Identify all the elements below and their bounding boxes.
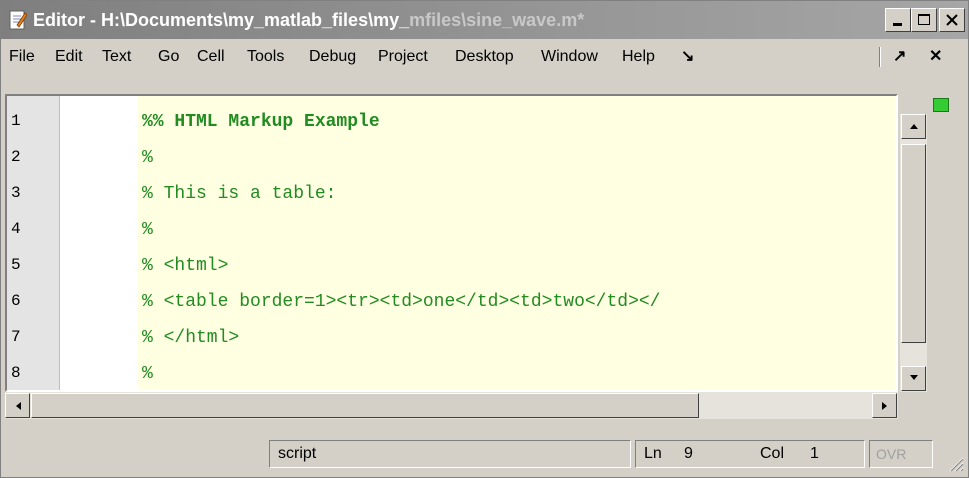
- code-line[interactable]: % <html>: [142, 256, 228, 276]
- code-line[interactable]: %: [142, 220, 153, 240]
- scroll-down-button[interactable]: [901, 366, 926, 391]
- menu-tools[interactable]: Tools: [247, 48, 284, 66]
- line-number: 8: [11, 364, 21, 382]
- vertical-scrollbar[interactable]: [899, 114, 927, 392]
- menu-debug[interactable]: Debug: [309, 48, 356, 66]
- code-editor[interactable]: 1 2 3 4 5 6 7 8 %% HTML Markup Example %…: [5, 94, 898, 392]
- code-line[interactable]: %% HTML Markup Example: [142, 112, 380, 132]
- cell-highlight: [138, 96, 896, 390]
- minimize-icon: [893, 23, 902, 26]
- editor-window: Editor - H:\Documents\my_matlab_files\my…: [0, 0, 969, 478]
- vertical-scroll-thumb[interactable]: [901, 144, 926, 343]
- fold-margin[interactable]: [60, 96, 138, 390]
- overwrite-mode-label: OVR: [876, 446, 907, 462]
- code-line[interactable]: %: [142, 148, 153, 168]
- menu-project[interactable]: Project: [378, 48, 428, 66]
- scroll-right-button[interactable]: [872, 393, 897, 418]
- window-title-path: Editor - H:\Documents\my_matlab_files\my…: [33, 10, 410, 30]
- file-type-label: script: [278, 445, 317, 462]
- window-title: Editor - H:\Documents\my_matlab_files\my…: [33, 10, 584, 31]
- scroll-up-button[interactable]: [901, 114, 926, 139]
- column-value: 1: [810, 445, 819, 462]
- arrow-up-icon: [909, 124, 918, 129]
- code-line[interactable]: % <table border=1><tr><td>one</td><td>tw…: [142, 292, 660, 312]
- arrow-right-icon: [882, 402, 887, 410]
- overwrite-mode-field: OVR: [869, 440, 933, 468]
- status-bar: script Ln 9 Col 1 OVR: [1, 434, 968, 476]
- horizontal-scroll-thumb[interactable]: [31, 393, 699, 418]
- menu-window[interactable]: Window: [541, 48, 598, 66]
- menu-go[interactable]: Go: [158, 48, 179, 66]
- menu-text[interactable]: Text: [102, 48, 131, 66]
- code-analyzer-indicator[interactable]: [933, 98, 949, 112]
- code-line[interactable]: % This is a table:: [142, 184, 336, 204]
- arrow-left-icon: [16, 402, 21, 410]
- dock-arrow-icon[interactable]: ↘: [681, 46, 694, 66]
- menu-edit[interactable]: Edit: [55, 48, 83, 66]
- close-document-icon[interactable]: ✕: [929, 46, 942, 66]
- menu-file[interactable]: File: [9, 48, 35, 66]
- maximize-button[interactable]: [911, 8, 937, 32]
- line-number: 5: [11, 256, 21, 274]
- line-number: 4: [11, 220, 21, 238]
- title-bar[interactable]: Editor - H:\Documents\my_matlab_files\my…: [1, 1, 968, 39]
- horizontal-scrollbar[interactable]: [5, 392, 898, 419]
- menu-cell[interactable]: Cell: [197, 48, 225, 66]
- line-number: 7: [11, 328, 21, 346]
- file-type-field: script: [269, 440, 631, 468]
- line-number: 1: [11, 112, 21, 130]
- editor-document-icon: [9, 10, 27, 30]
- menu-help[interactable]: Help: [622, 48, 655, 66]
- line-number: 2: [11, 148, 21, 166]
- arrow-down-icon: [909, 375, 918, 380]
- line-number: 3: [11, 184, 21, 202]
- close-icon: [946, 14, 958, 26]
- scroll-left-button[interactable]: [5, 393, 30, 418]
- code-line[interactable]: %: [142, 364, 153, 384]
- line-number: 6: [11, 292, 21, 310]
- line-label: Ln: [644, 445, 662, 462]
- maximize-icon: [918, 14, 930, 25]
- close-button[interactable]: [939, 8, 965, 32]
- line-value: 9: [684, 445, 693, 462]
- menu-desktop[interactable]: Desktop: [455, 48, 514, 66]
- code-line[interactable]: % </html>: [142, 328, 239, 348]
- menu-bar: File Edit Text Go Cell Tools Debug Proje…: [1, 39, 968, 73]
- menu-separator: [879, 47, 881, 67]
- undock-arrow-icon[interactable]: ↗: [893, 46, 906, 66]
- resize-grip-icon[interactable]: [946, 454, 964, 472]
- column-label: Col: [760, 445, 785, 462]
- cursor-position-field: Ln 9 Col 1: [635, 440, 865, 468]
- window-title-file: mfiles\sine_wave.m*: [409, 10, 585, 30]
- minimize-button[interactable]: [885, 8, 911, 32]
